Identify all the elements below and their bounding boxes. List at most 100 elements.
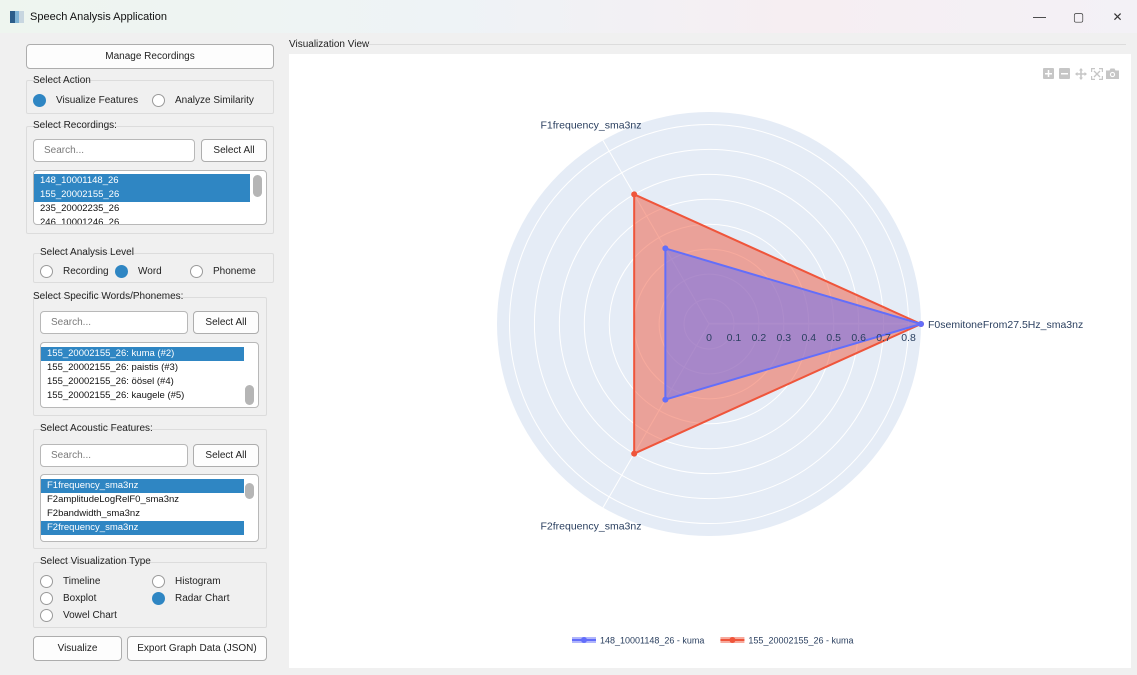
- list-item[interactable]: 235_20002235_26: [34, 202, 266, 216]
- words-select-all-button[interactable]: Select All: [193, 311, 259, 334]
- list-item[interactable]: 155_20002155_26: [34, 188, 250, 202]
- recordings-list[interactable]: 148_10001148_26 155_20002155_26 235_2000…: [33, 170, 267, 225]
- axis-label: F2frequency_sma3nz: [541, 521, 642, 533]
- radio-label: Histogram: [175, 576, 221, 587]
- visualize-button[interactable]: Visualize: [33, 636, 122, 661]
- maximize-button[interactable]: ▢: [1059, 0, 1098, 33]
- manage-recordings-button[interactable]: Manage Recordings: [26, 44, 274, 69]
- autoscale-icon[interactable]: [1090, 67, 1103, 80]
- radio-dot: [152, 592, 165, 605]
- minimize-button[interactable]: —: [1020, 0, 1059, 33]
- list-item[interactable]: 148_10001148_26: [34, 174, 250, 188]
- radio-phoneme[interactable]: Phoneme: [190, 265, 256, 278]
- radio-dot: [190, 265, 203, 278]
- client-area: Manage Recordings Select Action Visualiz…: [0, 33, 1137, 675]
- radio-dot: [40, 265, 53, 278]
- radio-label: Phoneme: [213, 266, 256, 277]
- radio-vowel-chart[interactable]: Vowel Chart: [40, 609, 117, 622]
- left-panel: Manage Recordings Select Action Visualiz…: [26, 33, 276, 675]
- radial-tick-label: 0: [706, 332, 712, 344]
- data-point: [631, 450, 638, 457]
- visualization-view-label: Visualization View: [289, 39, 370, 50]
- radial-tick-label: 0.5: [826, 332, 841, 344]
- recordings-search-input[interactable]: Search...: [33, 139, 195, 162]
- title-bar: Speech Analysis Application — ▢ ✕: [0, 0, 1137, 33]
- list-item[interactable]: 155_20002155_26: kuma (#2): [41, 347, 244, 361]
- recordings-select-all-button[interactable]: Select All: [201, 139, 267, 162]
- radio-label: Recording: [63, 266, 109, 277]
- radio-word[interactable]: Word: [115, 265, 162, 278]
- legend-marker: [729, 637, 736, 643]
- radio-timeline[interactable]: Timeline: [40, 575, 100, 588]
- legend-marker: [581, 637, 587, 643]
- modebar: [1042, 67, 1119, 80]
- list-item[interactable]: F2amplitudeLogRelF0_sma3nz: [41, 493, 258, 507]
- axis-label: F1frequency_sma3nz: [541, 119, 642, 131]
- radio-dot: [40, 609, 53, 622]
- zoom-in-icon[interactable]: [1042, 67, 1055, 80]
- radio-label: Boxplot: [63, 593, 97, 604]
- radio-label: Radar Chart: [175, 593, 230, 604]
- features-select-all-button[interactable]: Select All: [193, 444, 259, 467]
- recordings-scrollbar[interactable]: [253, 175, 262, 197]
- pan-icon[interactable]: [1074, 67, 1087, 80]
- radio-label: Visualize Features: [56, 95, 139, 106]
- radio-dot: [115, 265, 128, 278]
- radar-chart[interactable]: 0 0.1 0.2 0.3 0.4 0.5 0.6 0.7 0.8 F0semitoneFrom2…: [289, 54, 1131, 668]
- zoom-out-icon[interactable]: [1058, 67, 1071, 80]
- radial-tick-label: 0.6: [851, 332, 866, 344]
- list-item[interactable]: F2frequency_sma3nz: [41, 521, 244, 535]
- radio-label: Timeline: [63, 576, 101, 587]
- radio-boxplot[interactable]: Boxplot: [40, 592, 96, 605]
- words-label: Select Specific Words/Phonemes:: [33, 291, 184, 302]
- radial-tick-label: 0.1: [727, 332, 742, 344]
- words-list[interactable]: 155_20002155_26: kuma (#2) 155_20002155_…: [40, 342, 259, 408]
- features-label: Select Acoustic Features:: [40, 423, 153, 434]
- legend-item[interactable]: 155_20002155_26 - kuma: [720, 636, 854, 646]
- radio-dot: [33, 94, 46, 107]
- list-item[interactable]: 155_20002155_26: kaugele (#5): [41, 389, 258, 403]
- close-button[interactable]: ✕: [1098, 0, 1137, 33]
- features-search-input[interactable]: Search...: [40, 444, 188, 467]
- radial-tick-label: 0.2: [752, 332, 767, 344]
- export-graph-data-button[interactable]: Export Graph Data (JSON): [127, 636, 267, 661]
- data-point: [662, 245, 669, 252]
- data-point: [631, 191, 638, 198]
- radio-dot: [40, 592, 53, 605]
- visualization-divider: [368, 44, 1126, 45]
- radio-label: Word: [138, 266, 162, 277]
- data-point: [662, 396, 669, 403]
- words-search-input[interactable]: Search...: [40, 311, 188, 334]
- plot-area[interactable]: 0 0.1 0.2 0.3 0.4 0.5 0.6 0.7 0.8 F0semitoneFrom2…: [289, 54, 1131, 668]
- radio-analyze-similarity[interactable]: Analyze Similarity: [152, 94, 254, 107]
- radio-histogram[interactable]: Histogram: [152, 575, 221, 588]
- list-item[interactable]: 155_20002155_26: öösel (#4): [41, 375, 258, 389]
- words-scrollbar[interactable]: [245, 385, 254, 405]
- viz-type-label: Select Visualization Type: [40, 556, 151, 567]
- list-item[interactable]: 246_10001246_26: [34, 216, 266, 224]
- features-scrollbar[interactable]: [245, 483, 254, 499]
- app-icon: [10, 10, 24, 23]
- radial-tick-label: 0.4: [801, 332, 816, 344]
- radio-dot: [152, 94, 165, 107]
- radio-dot: [40, 575, 53, 588]
- features-list[interactable]: F1frequency_sma3nz F2amplitudeLogRelF0_s…: [40, 474, 259, 542]
- data-point: [918, 321, 924, 327]
- analysis-level-label: Select Analysis Level: [40, 247, 134, 258]
- radial-tick-label: 0.8: [901, 332, 916, 344]
- radio-radar-chart[interactable]: Radar Chart: [152, 592, 229, 605]
- radio-dot: [152, 575, 165, 588]
- camera-icon[interactable]: [1106, 67, 1119, 80]
- list-item[interactable]: F2bandwidth_sma3nz: [41, 507, 258, 521]
- action-label: Select Action: [33, 75, 91, 86]
- radio-recording[interactable]: Recording: [40, 265, 109, 278]
- window-title: Speech Analysis Application: [30, 10, 167, 23]
- recordings-label: Select Recordings:: [33, 120, 117, 131]
- list-item[interactable]: F1frequency_sma3nz: [41, 479, 244, 493]
- radial-tick-label: 0.7: [876, 332, 891, 344]
- radial-tick-label: 0.3: [777, 332, 792, 344]
- radio-visualize-features[interactable]: Visualize Features: [33, 94, 138, 107]
- radio-label: Vowel Chart: [63, 610, 117, 621]
- list-item[interactable]: 155_20002155_26: paistis (#3): [41, 361, 258, 375]
- legend-item[interactable]: 148_10001148_26 - kuma: [572, 636, 704, 646]
